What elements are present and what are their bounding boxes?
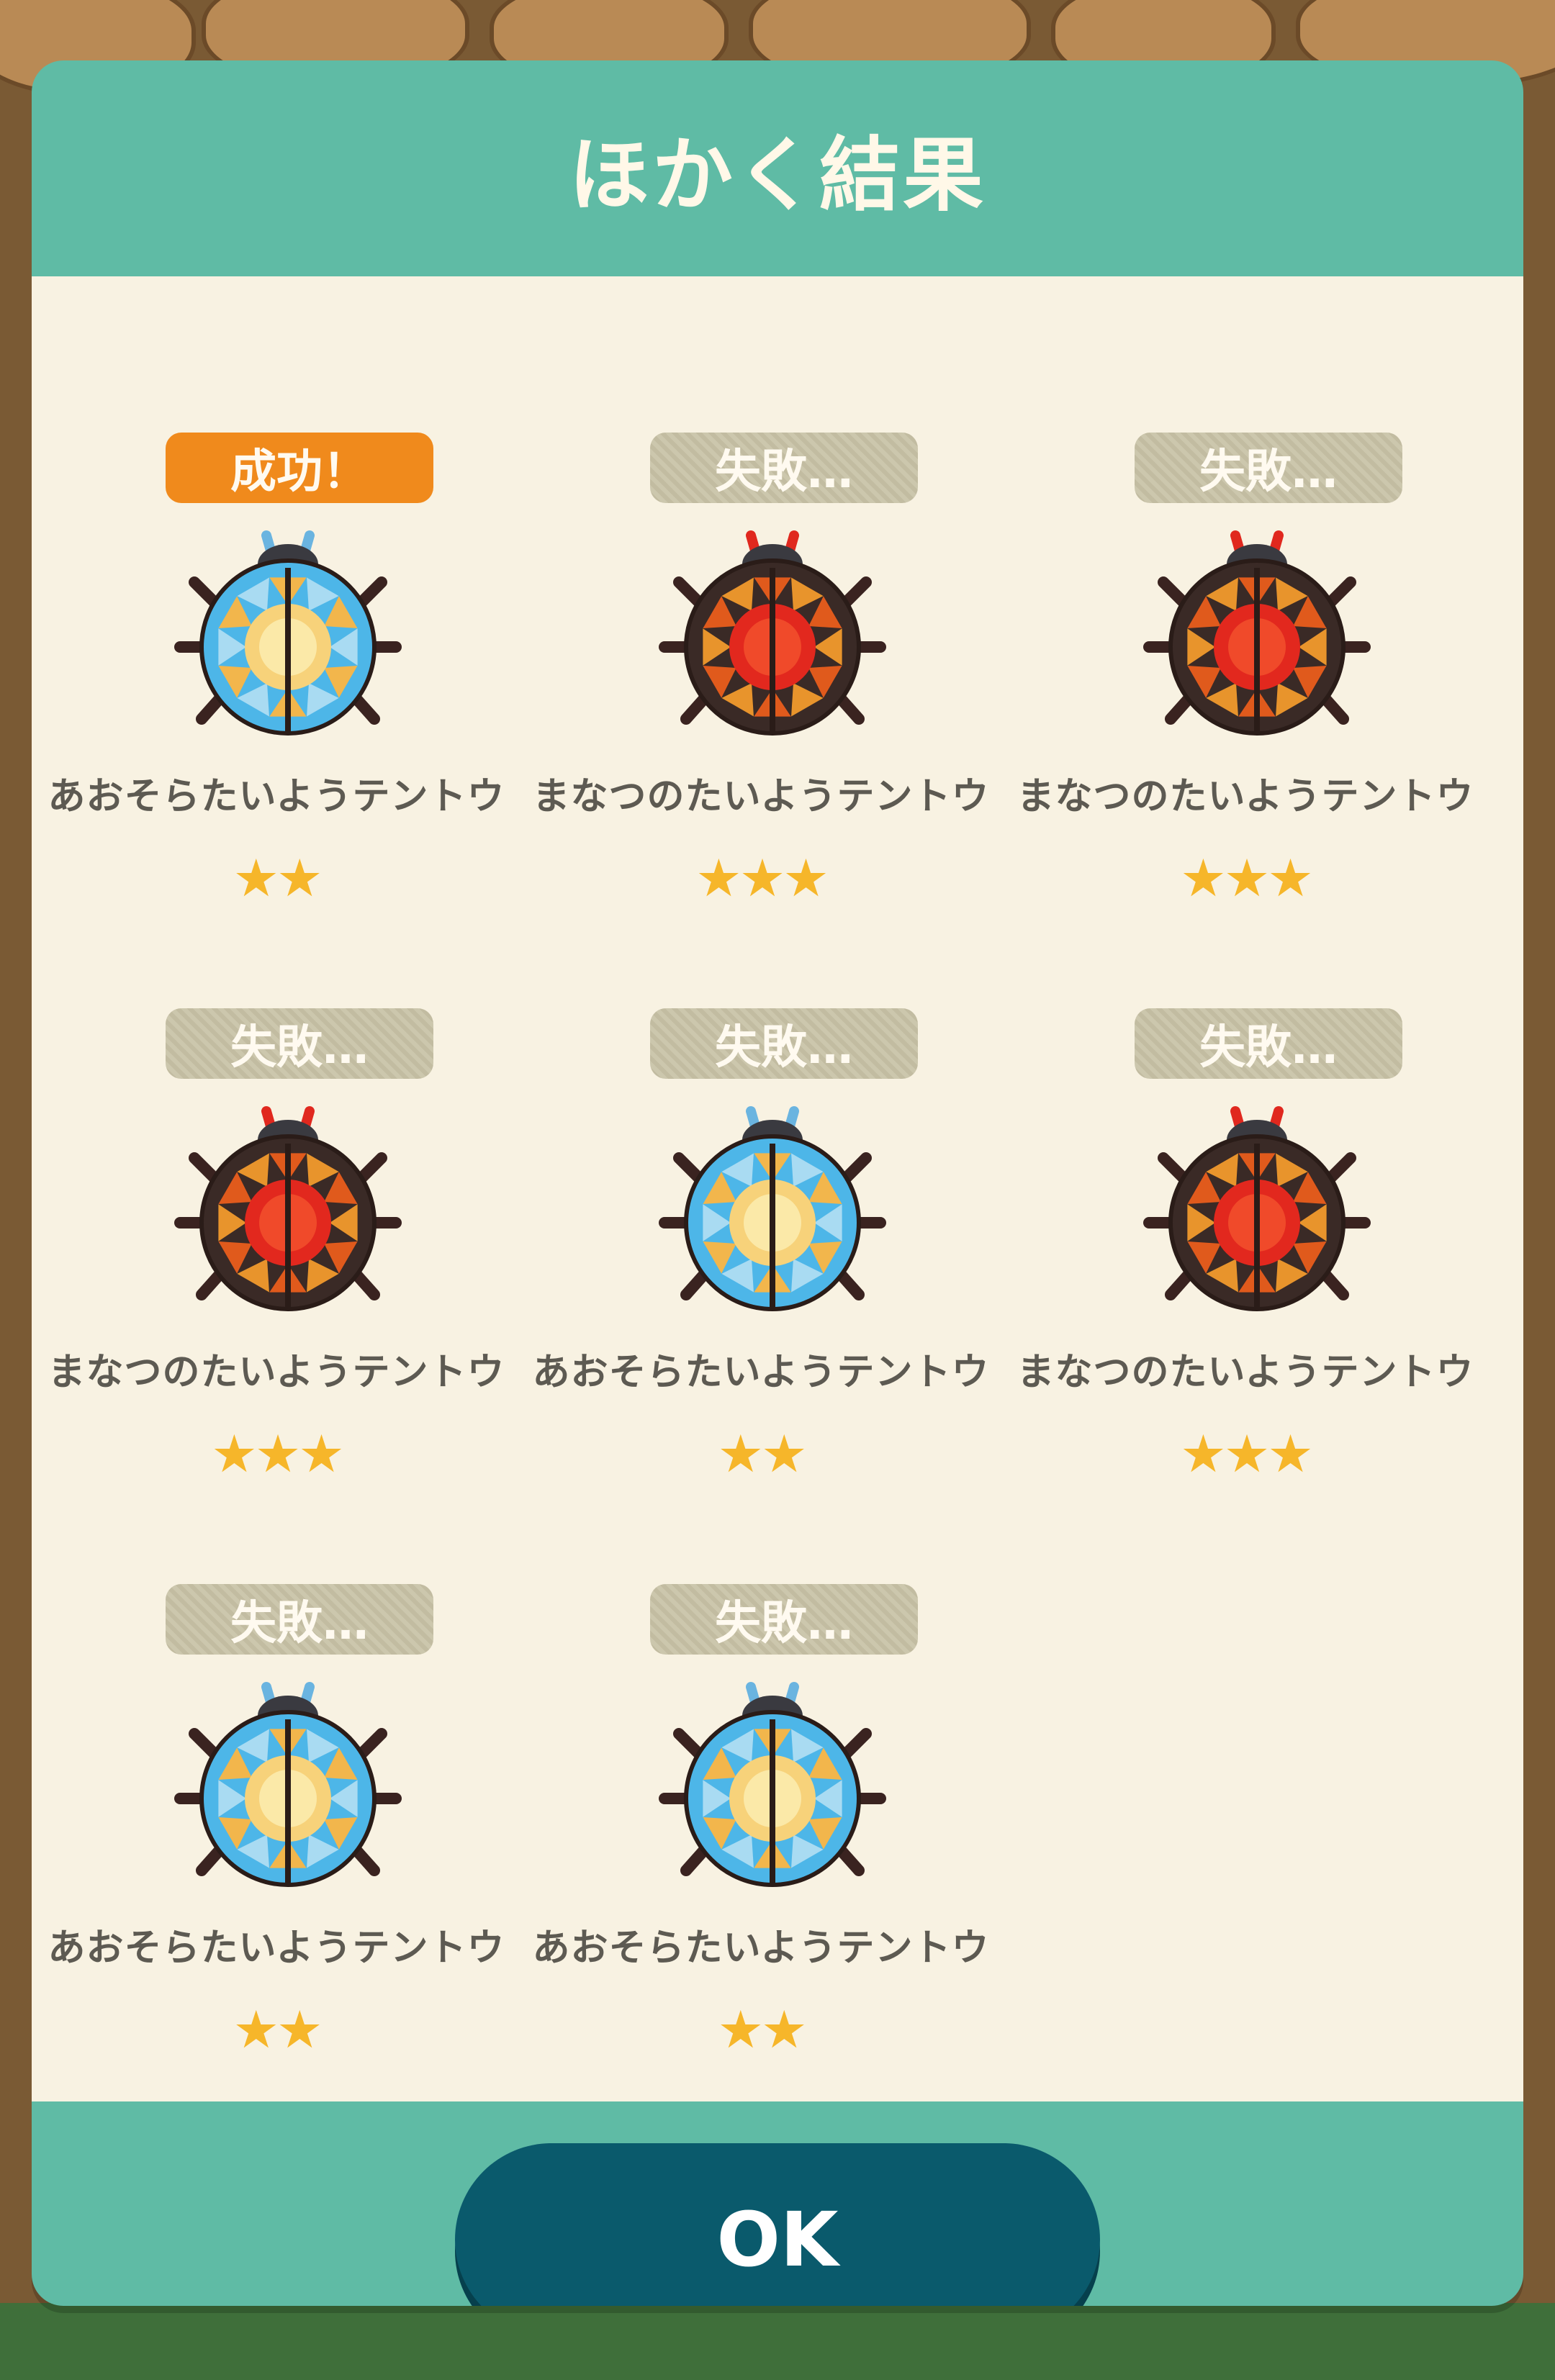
dialog-title: ほかく結果 xyxy=(569,129,986,222)
insect-name: まなつのたいようテントウ xyxy=(1017,1351,1474,1394)
ladybug-icon xyxy=(659,1106,886,1311)
insect-name: あおそらたいようテントウ xyxy=(48,1927,505,1970)
ladybug-icon xyxy=(174,530,402,736)
capture-result-dialog: ほかく結果 成功！ あおそらたいようテントウ ★★ 失敗… まなつのたいようテン… xyxy=(32,60,1523,2306)
result-card: 失敗… あおそらたいようテントウ ★★ xyxy=(32,1413,521,2055)
result-card: 失敗… まなつのたいようテントウ ★★★ xyxy=(516,262,1006,904)
ladybug-icon xyxy=(659,1682,886,1887)
rarity-stars: ★★★ xyxy=(1180,1424,1314,1484)
status-badge: 失敗… xyxy=(1135,433,1402,503)
insect-name: あおそらたいようテントウ xyxy=(532,1351,990,1394)
result-card: 失敗… あおそらたいようテントウ ★★ xyxy=(516,1413,1006,2055)
insect-name: あおそらたいようテントウ xyxy=(532,1927,990,1970)
results-grid: 成功！ あおそらたいようテントウ ★★ 失敗… まなつのたいようテントウ ★★★… xyxy=(32,276,1523,2101)
results-panel: 成功！ あおそらたいようテントウ ★★ 失敗… まなつのたいようテントウ ★★★… xyxy=(32,276,1523,2101)
ladybug-icon xyxy=(1143,1106,1371,1311)
ladybug-icon xyxy=(174,1682,402,1887)
ladybug-icon xyxy=(1143,530,1371,736)
result-card: 失敗… まなつのたいようテントウ ★★★ xyxy=(1001,838,1490,1480)
dialog-footer: OK xyxy=(32,2101,1523,2306)
ladybug-icon xyxy=(174,1106,402,1311)
insect-name: まなつのたいようテントウ xyxy=(532,775,990,818)
result-card: 成功！ あおそらたいようテントウ ★★ xyxy=(32,262,521,904)
status-badge: 失敗… xyxy=(650,1008,918,1079)
ladybug-icon xyxy=(659,530,886,736)
result-card: 失敗… まなつのたいようテントウ ★★★ xyxy=(1001,262,1490,904)
insect-name: あおそらたいようテントウ xyxy=(48,775,505,818)
status-badge: 失敗… xyxy=(650,433,918,503)
status-badge: 成功！ xyxy=(166,433,433,503)
rarity-stars: ★★ xyxy=(233,1999,323,2060)
insect-name: まなつのたいようテントウ xyxy=(1017,775,1474,818)
result-card: 失敗… あおそらたいようテントウ ★★ xyxy=(516,838,1006,1480)
status-badge: 失敗… xyxy=(166,1584,433,1655)
status-badge: 失敗… xyxy=(166,1008,433,1079)
status-badge: 失敗… xyxy=(1135,1008,1402,1079)
status-badge: 失敗… xyxy=(650,1584,918,1655)
insect-name: まなつのたいようテントウ xyxy=(48,1351,505,1394)
ok-button[interactable]: OK xyxy=(455,2143,1100,2306)
rarity-stars: ★★ xyxy=(717,1999,807,2060)
result-card: 失敗… まなつのたいようテントウ ★★★ xyxy=(32,838,521,1480)
grass-strip xyxy=(0,2303,1555,2380)
